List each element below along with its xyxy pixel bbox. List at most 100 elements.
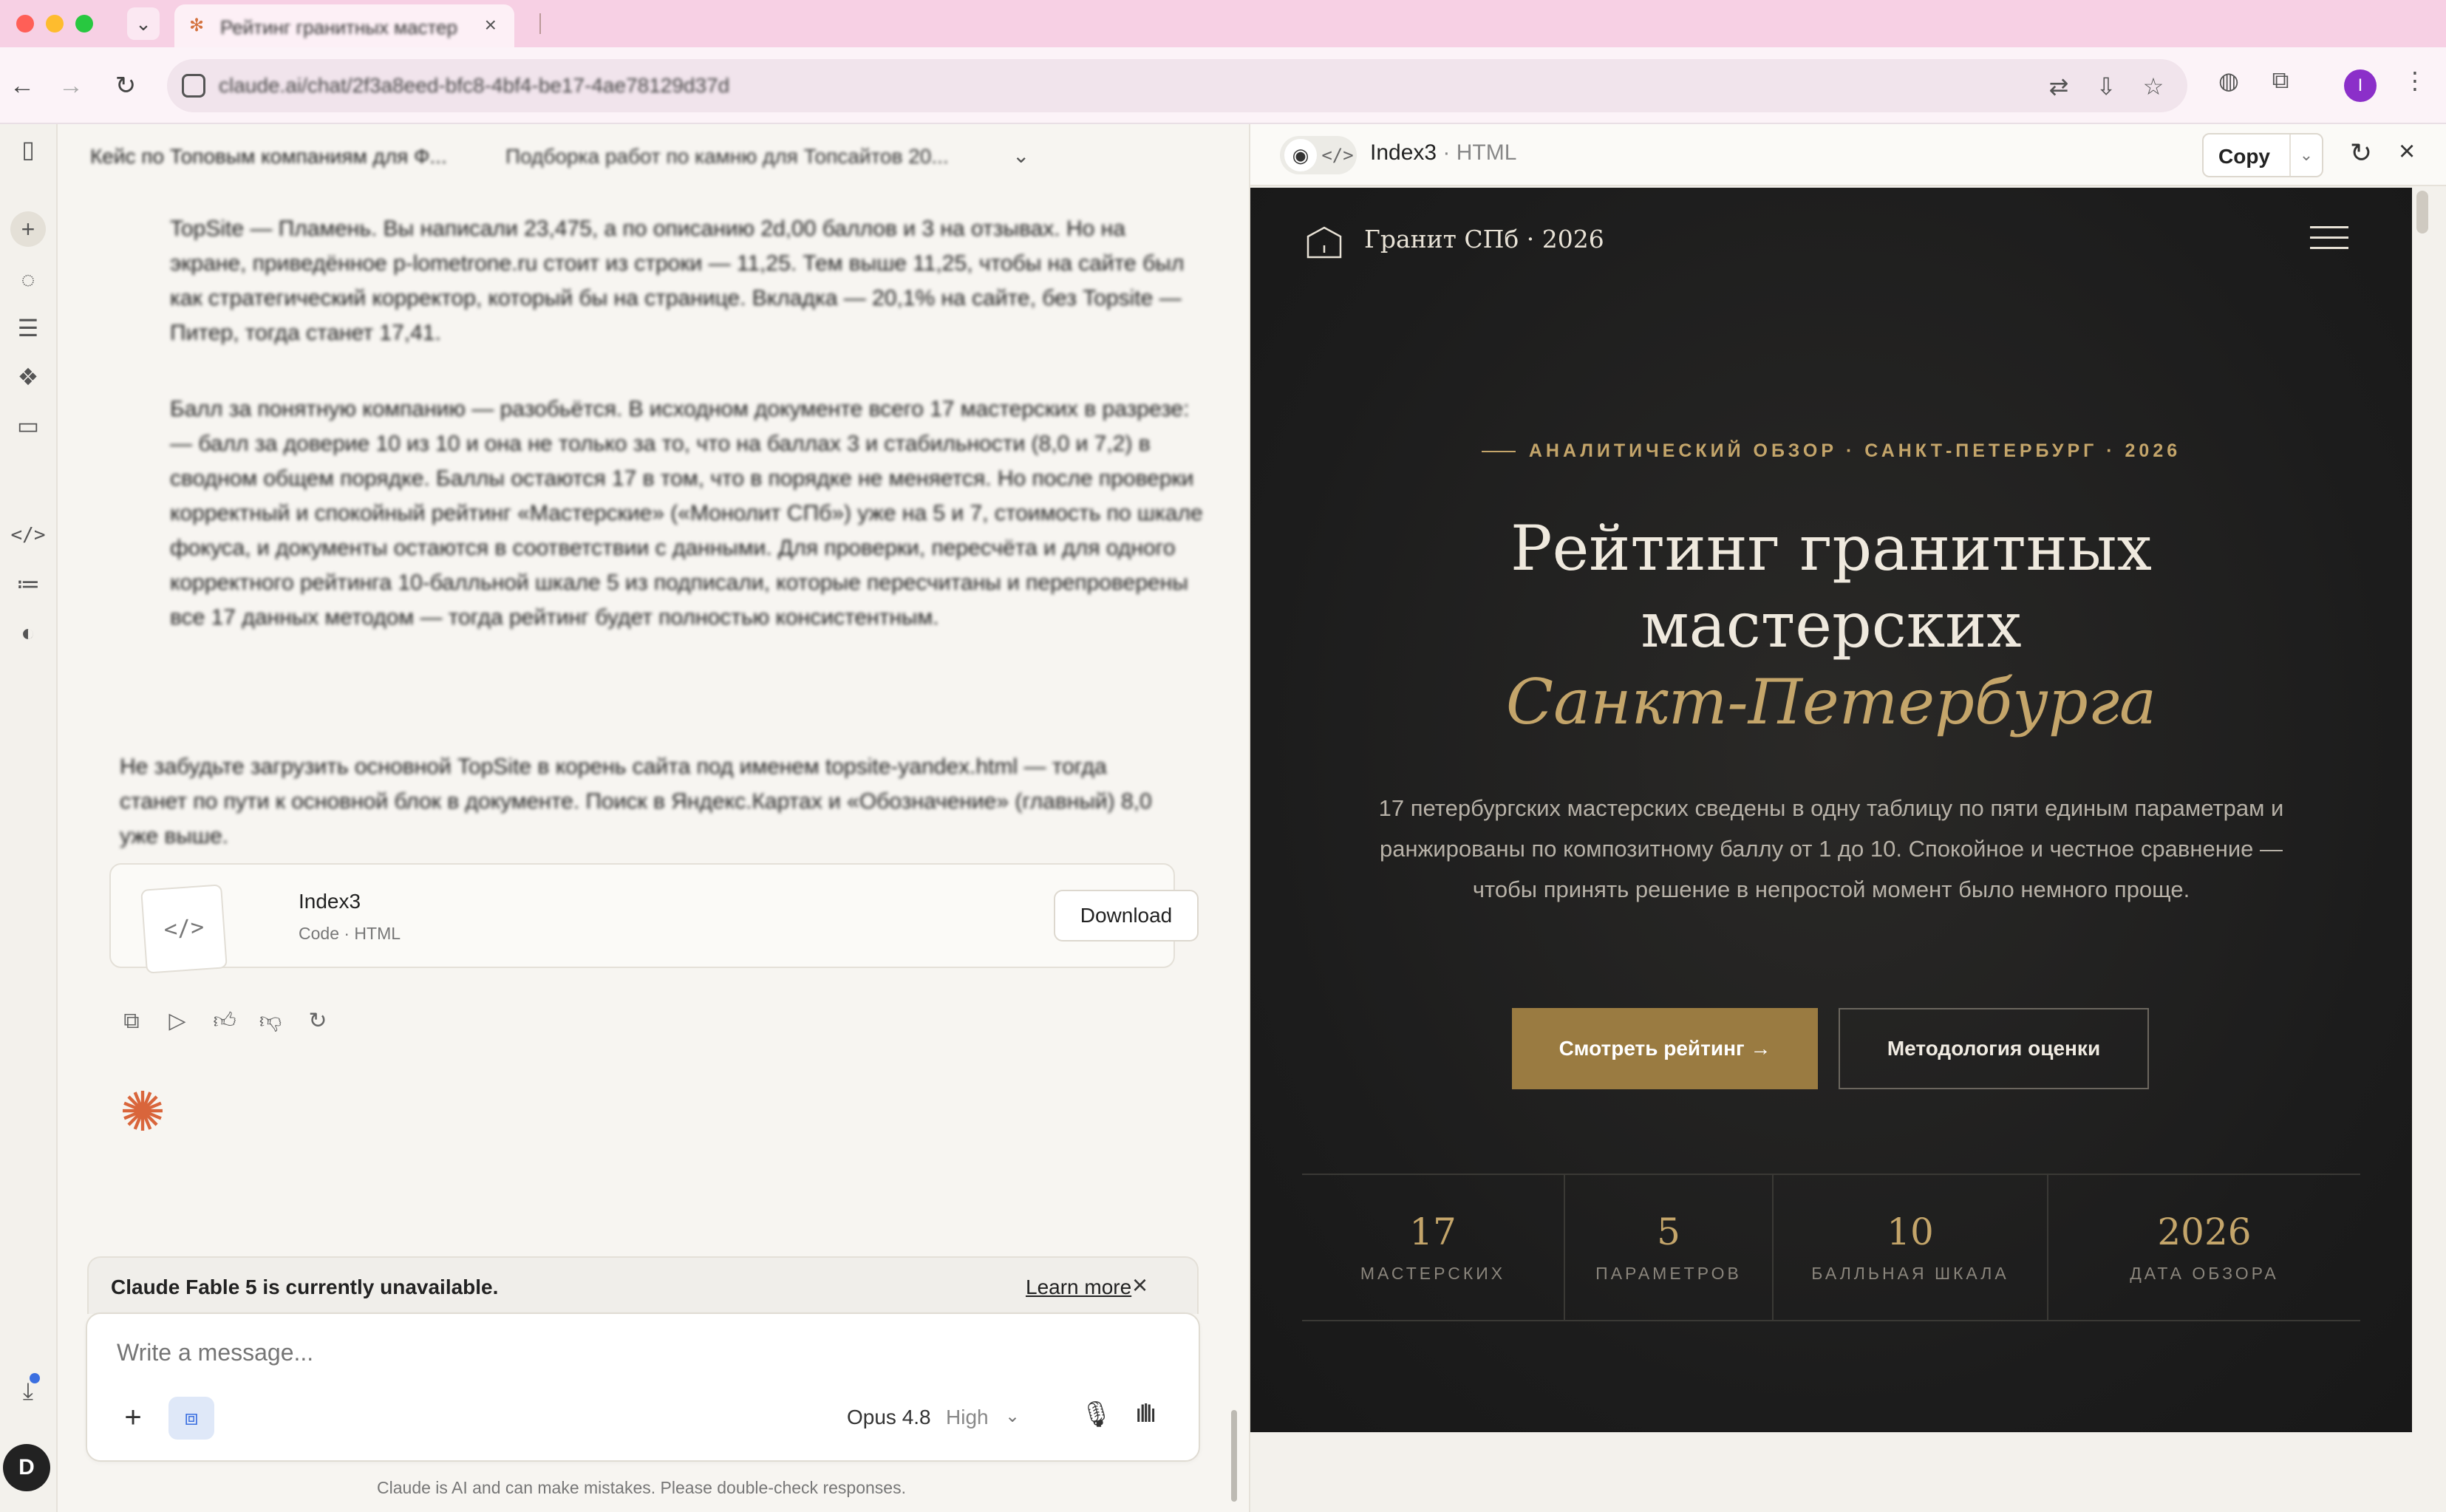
artifact-panel-header: ◉ </> Index3 · HTML Copy ⌄ ↻ × [1250,124,2446,186]
refresh-icon[interactable]: ↻ [2350,137,2372,168]
learn-more-link[interactable]: Learn more [1026,1276,1131,1299]
stat-item: 2026 ДАТА ОБЗОРА [2130,1210,2279,1283]
stats-strip: 17 МАСТЕРСКИХ 5 ПАРАМЕТРОВ 10 БАЛЛЬНАЯ Ш… [1302,1174,2360,1321]
notification-dot [30,1373,40,1383]
view-rating-button[interactable]: Смотреть рейтинг → [1512,1008,1818,1089]
preview-eye-icon[interactable]: ◉ [1284,139,1317,171]
message-list-item-3: Балл за понятную компанию — разобьётся. … [170,397,1203,630]
window-minimize-button[interactable] [46,15,64,33]
chat-pane: Кейс по Топовым компаниям для Ф... Подбо… [59,124,1307,1512]
profile-avatar[interactable]: I [2344,69,2377,102]
close-icon[interactable]: × [1132,1270,1148,1301]
new-chat-icon[interactable]: + [10,211,46,247]
browser-menu-icon[interactable]: ⋮ [2399,67,2431,95]
tab-close-icon[interactable]: × [485,13,497,37]
copy-label: Copy [2218,145,2270,168]
chevron-down-icon[interactable]: ⌄ [1005,1406,1020,1427]
app-sidebar-rail: ▯ + ◌ ☰ ❖ ▭ </> ≔ ◐ ⤓ D [0,124,58,1512]
url-text: claude.ai/chat/2f3a8eed-bfc8-4bf4-be17-4… [219,74,730,97]
user-avatar[interactable]: D [3,1444,50,1491]
palette-icon[interactable]: ◐ [10,615,46,650]
back-arrow-icon[interactable]: ← [6,69,38,102]
close-icon[interactable]: × [2399,136,2415,168]
claude-favicon-icon: ✻ [189,16,205,35]
code-icon[interactable]: </> [10,517,46,553]
message-input[interactable] [117,1339,1151,1366]
chats-icon[interactable]: ◌ [10,262,46,297]
voice-mode-icon[interactable]: ıIlIı [1135,1400,1156,1428]
play-icon[interactable]: ▷ [163,1007,192,1036]
install-app-icon[interactable]: ⇩ [2091,72,2121,101]
preview-scrollbar[interactable] [2416,191,2428,234]
chat-header: Кейс по Топовым компаниям для Ф... Подбо… [59,124,1247,191]
retry-icon[interactable]: ↻ [303,1007,333,1036]
tab-list-chevron-icon[interactable]: ⌄ [127,7,160,40]
project-files-icon[interactable]: ⧈ [168,1397,214,1440]
chat-scrollbar[interactable] [1231,1410,1237,1502]
artifact-type: Code · HTML [299,924,401,943]
site-info-icon[interactable] [182,74,205,98]
hero-eyebrow: АНАЛИТИЧЕСКИЙ ОБЗОР · САНКТ-ПЕТЕРБУРГ · … [1250,440,2412,462]
tools-briefcase-icon[interactable]: ▭ [10,408,46,443]
hero-lead: 17 петербургских мастерских сведены в од… [1378,795,2284,902]
microphone-icon[interactable]: 🎙︎ [1080,1400,1112,1429]
chevron-down-icon[interactable]: ⌄ [1012,143,1029,168]
artifact-name: Index3 [299,890,361,913]
message-composer: + ⧈ Opus 4.8 High ⌄ 🎙︎ ıIlIı [86,1312,1200,1462]
bookmark-star-icon[interactable]: ☆ [2139,72,2168,101]
methodology-button[interactable]: Методология оценки [1839,1008,2149,1089]
code-file-icon: </> [140,884,228,974]
tab-separator [539,13,541,34]
copy-button[interactable]: Copy ⌄ [2202,133,2323,177]
translate-icon[interactable]: ⇄ [2044,72,2074,101]
eyebrow-rule [1481,451,1516,453]
chat-title[interactable]: Подборка работ по камню для Топсайтов 20… [505,145,949,168]
window-zoom-button[interactable] [75,15,93,33]
forward-arrow-icon[interactable]: → [55,69,87,102]
site-preview: Гранит СПб · 2026 АНАЛИТИЧЕСКИЙ ОБЗОР · … [1250,188,2412,1432]
extensions-icon[interactable]: ⧉ [2264,67,2297,95]
artifact-panel: ◉ </> Index3 · HTML Copy ⌄ ↻ × Гранит СП… [1249,124,2446,1512]
stat-item: 17 МАСТЕРСКИХ [1302,1175,1565,1320]
projects-icon[interactable]: ☰ [10,310,46,346]
artifact-title: Index3 · HTML [1370,140,1517,165]
project-breadcrumb[interactable]: Кейс по Топовым компаниям для Ф... [90,145,447,168]
thumbs-up-icon[interactable]: 👍︎ [210,1007,239,1036]
downloads-icon[interactable]: ⤓ [10,1373,46,1409]
thumbs-down-icon[interactable]: 👎︎ [256,1007,285,1036]
model-selector[interactable]: Opus 4.8 [847,1406,931,1429]
stat-item: 10 БАЛЛЬНАЯ ШКАЛА [1774,1175,2048,1320]
message-paragraph: Не забудьте загрузить основной TopSite в… [120,755,1152,848]
reload-icon[interactable]: ↻ [109,69,142,102]
copy-icon[interactable]: ⧉ [117,1007,146,1036]
extension-puzzle-icon[interactable]: ◍ [2212,67,2245,95]
effort-selector[interactable]: High [946,1406,989,1429]
model-unavailable-banner: Claude Fable 5 is currently unavailable.… [87,1256,1199,1314]
hero-title: Рейтинг гранитных мастерских [1510,512,2152,661]
preview-bottom-area [1250,1432,2446,1512]
add-attachment-icon[interactable]: + [117,1401,149,1434]
browser-tab-active[interactable]: ✻ Рейтинг гранитных мастерских × [174,4,514,47]
message-list-item-2: TopSite — Пламень. Вы написали 23,475, а… [170,217,1185,345]
tab-title: Рейтинг гранитных мастерских [220,16,457,38]
browser-toolbar: ← → ↻ claude.ai/chat/2f3a8eed-bfc8-4bf4-… [0,47,2446,124]
banner-text: Claude Fable 5 is currently unavailable. [111,1276,499,1298]
window-close-button[interactable] [16,15,34,33]
address-bar[interactable]: claude.ai/chat/2f3a8eed-bfc8-4bf4-be17-4… [167,59,2187,112]
browser-tab-bar: ⌄ ✻ Рейтинг гранитных мастерских × [0,0,2446,47]
hamburger-menu-icon[interactable] [2310,226,2348,251]
house-logo-icon [1307,226,1342,259]
sidebar-toggle-icon[interactable]: ▯ [10,132,46,167]
tasks-list-icon[interactable]: ≔ [10,566,46,602]
claude-spark-icon: ✺ [120,1081,166,1142]
chevron-down-icon[interactable]: ⌄ [2289,134,2322,176]
disclaimer: Claude is AI and can make mistakes. Plea… [377,1478,906,1497]
hero-title-accent: Санкт-Петербурга [1505,666,2157,738]
artifact-card[interactable]: </> Index3 Code · HTML Download [109,863,1199,974]
code-view-icon[interactable]: </> [1321,139,1354,171]
stat-item: 5 ПАРАМЕТРОВ [1565,1175,1774,1320]
site-logo[interactable]: Гранит СПб · 2026 [1364,225,1604,253]
artifacts-icon[interactable]: ❖ [10,359,46,395]
view-toggle: ◉ </> [1280,136,1357,174]
download-button[interactable]: Download [1054,890,1199,941]
